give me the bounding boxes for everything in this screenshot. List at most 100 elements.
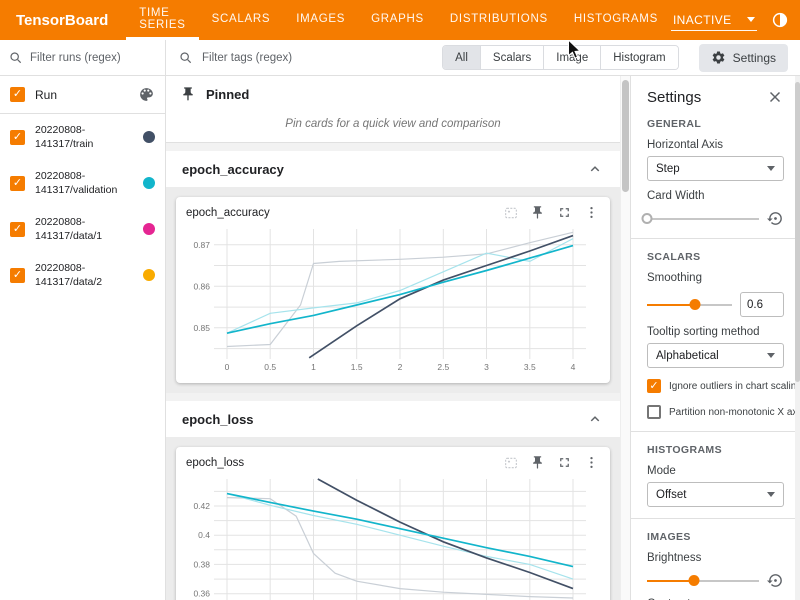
search-icon [8,50,24,66]
svg-text:1: 1 [311,362,316,372]
gear-icon [711,50,726,65]
filter-toolbar: All Scalars Image Histogram Settings [0,40,800,76]
run-row-validation[interactable]: ✓ 20220808-141317/validation [0,160,165,206]
svg-text:2.5: 2.5 [437,362,449,372]
pinned-section-header: Pinned [166,76,620,112]
smoothing-label: Smoothing [647,272,784,284]
image-toggle-icon[interactable] [502,204,519,221]
reload-status-select[interactable]: INACTIVE [671,10,757,31]
slider-thumb[interactable] [690,299,701,310]
chart-card-title: epoch_loss [186,457,502,469]
brightness-label: Brightness [647,552,784,564]
chart-card-epoch-accuracy: epoch_accuracy 00.511.522.533.540.850.86… [176,197,610,383]
chevron-up-icon[interactable] [586,410,604,428]
slider-thumb[interactable] [689,575,700,586]
slider-thumb[interactable] [642,213,653,224]
run-row-train[interactable]: ✓ 20220808-141317/train [0,114,165,160]
svg-text:0: 0 [225,362,230,372]
run-checkbox[interactable]: ✓ [10,222,25,237]
svg-text:0.36: 0.36 [193,589,210,599]
settings-button[interactable]: Settings [699,44,788,72]
horizontal-axis-select[interactable]: Step [647,156,784,181]
run-checkbox[interactable]: ✓ [10,176,25,191]
runs-header-label: Run [35,88,128,102]
card-zone: epoch_accuracy 00.511.522.533.540.850.86… [166,187,620,393]
partition-x-axis-row[interactable]: Partition non-monotonic X axis ⓘ [647,404,784,420]
reload-status-value: INACTIVE [673,13,732,27]
ignore-outliers-row[interactable]: ✓ Ignore outliers in chart scaling [647,379,784,393]
run-checkbox[interactable]: ✓ [10,268,25,283]
runs-filter-cell [0,40,166,75]
scrollbar-thumb[interactable] [622,80,629,192]
section-title: epoch_accuracy [182,162,586,177]
epoch-accuracy-chart[interactable]: 00.511.522.533.540.850.860.87 [184,223,596,375]
tab-distributions[interactable]: DISTRIBUTIONS [437,0,561,40]
run-row-data-1[interactable]: ✓ 20220808-141317/data/1 [0,206,165,252]
svg-text:1.5: 1.5 [351,362,363,372]
run-checkbox[interactable]: ✓ [10,130,25,145]
cards-area: Pinned Pin cards for a quick view and co… [166,76,620,600]
fullscreen-icon[interactable] [556,204,573,221]
card-zone: epoch_loss 00.511.522.533.540.360.380.40… [166,437,620,600]
tag-type-filter-group: All Scalars Image Histogram [442,45,679,70]
section-header[interactable]: epoch_loss [166,401,620,437]
settings-scrollbar[interactable] [795,76,800,600]
tag-filter-scalars[interactable]: Scalars [480,46,543,69]
histograms-heading: HISTOGRAMS [647,444,784,456]
ignore-outliers-label: Ignore outliers in chart scaling [669,381,800,392]
svg-text:0.87: 0.87 [193,240,210,250]
tab-images[interactable]: IMAGES [283,0,358,40]
ignore-outliers-checkbox[interactable]: ✓ [647,379,661,393]
pinned-title: Pinned [206,87,249,102]
tooltip-sorting-select[interactable]: Alphabetical [647,343,784,368]
card-width-slider[interactable] [647,212,759,225]
tag-filter-all[interactable]: All [443,46,480,69]
topbar-actions: INACTIVE ? [671,0,800,40]
chevron-down-icon [747,17,755,22]
tag-filter-image[interactable]: Image [543,46,600,69]
partition-x-axis-checkbox[interactable] [647,405,661,419]
search-icon [178,50,194,66]
fullscreen-icon[interactable] [556,454,573,471]
image-toggle-icon[interactable] [502,454,519,471]
reset-icon[interactable] [767,572,784,589]
scrollbar-thumb[interactable] [795,82,800,382]
card-width-label: Card Width [647,190,784,202]
tag-filter-histogram[interactable]: Histogram [600,46,677,69]
smoothing-slider[interactable] [647,298,732,311]
brightness-slider[interactable] [647,574,759,587]
filter-tags-input[interactable] [202,52,434,64]
tab-graphs[interactable]: GRAPHS [358,0,437,40]
filter-runs-input[interactable] [30,52,157,64]
run-row-data-2[interactable]: ✓ 20220808-141317/data/2 [0,252,165,298]
more-options-icon[interactable] [583,454,600,471]
top-bar: TensorBoard TIME SERIES SCALARS IMAGES G… [0,0,800,40]
histogram-mode-select[interactable]: Offset [647,482,784,507]
palette-icon[interactable] [138,86,155,103]
tags-filter-cell: All Scalars Image Histogram Settings [166,40,800,75]
histogram-mode-label: Mode [647,465,784,477]
tab-time-series[interactable]: TIME SERIES [126,0,198,40]
pinned-hint: Pin cards for a quick view and compariso… [166,112,620,143]
reset-icon[interactable] [767,210,784,227]
tab-scalars[interactable]: SCALARS [199,0,284,40]
settings-button-label: Settings [733,51,776,65]
tooltip-sorting-label: Tooltip sorting method [647,326,784,338]
theme-toggle-icon[interactable] [770,10,790,30]
svg-text:0.86: 0.86 [193,281,210,291]
epoch-loss-chart[interactable]: 00.511.522.533.540.360.380.40.42 [184,473,596,600]
chart-card-title: epoch_accuracy [186,207,502,219]
close-icon[interactable] [766,88,784,106]
more-options-icon[interactable] [583,204,600,221]
svg-text:3: 3 [484,362,489,372]
select-all-runs-checkbox[interactable]: ✓ [10,87,25,102]
run-color-dot [143,177,155,189]
tab-histograms[interactable]: HISTOGRAMS [561,0,671,40]
pin-card-icon[interactable] [529,204,546,221]
smoothing-value-input[interactable] [740,292,784,317]
section-header[interactable]: epoch_accuracy [166,151,620,187]
pin-card-icon[interactable] [529,454,546,471]
chevron-up-icon[interactable] [586,160,604,178]
run-color-dot [143,269,155,281]
main-scrollbar[interactable] [620,76,630,600]
